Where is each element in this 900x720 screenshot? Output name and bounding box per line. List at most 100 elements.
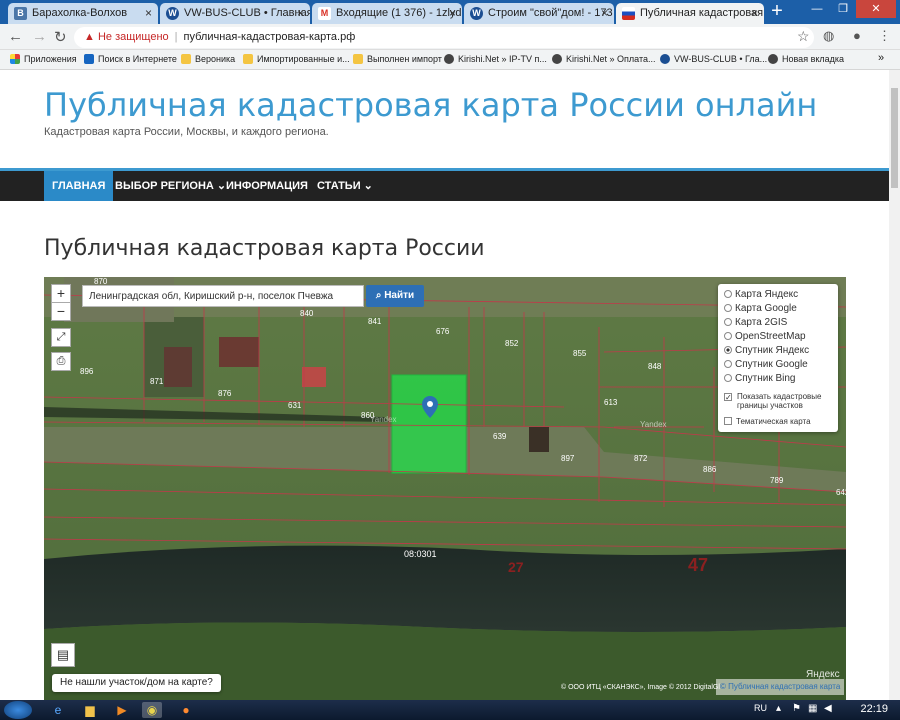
selected-plot[interactable] xyxy=(391,374,467,474)
house-roof xyxy=(302,367,326,387)
radio-icon xyxy=(724,360,732,368)
bookmark-label: VW-BUS-CLUB • Гла... xyxy=(674,54,768,64)
bookmark-label: Выполнен импорт xyxy=(367,54,442,64)
layer-option[interactable]: Спутник Google xyxy=(724,359,808,370)
reload-icon[interactable]: ↻ xyxy=(54,28,67,46)
cadastral-borders-checkbox[interactable]: ✓ Показать кадастровые границы участков xyxy=(724,392,832,410)
bookmarks-bar: Приложения Поиск в Интернете Вероника Им… xyxy=(0,50,900,70)
plot-number: 872 xyxy=(634,454,648,463)
radio-icon xyxy=(724,304,732,312)
plot-number: 613 xyxy=(604,398,618,407)
maximize-icon[interactable]: ❐ xyxy=(830,0,856,18)
gmail-icon: M xyxy=(318,7,331,20)
tray-expand-icon[interactable]: ▴ xyxy=(776,703,781,714)
browser-tab-active[interactable]: Публичная кадастровая карт × xyxy=(616,3,764,24)
flag-icon[interactable]: ⚑ xyxy=(792,703,801,714)
nav-item-region[interactable]: ВЫБОР РЕГИОНА ⌄ xyxy=(107,171,234,201)
media-player-icon[interactable]: ▶ xyxy=(112,702,132,718)
url-text: публичная-кадастровая-карта.рф xyxy=(183,31,356,43)
back-icon[interactable]: ← xyxy=(8,28,23,45)
layer-label: Спутник Google xyxy=(735,359,808,370)
layer-option[interactable]: Карта 2GIS xyxy=(724,317,787,328)
bookmark-label: Поиск в Интернете xyxy=(98,54,177,64)
house-roof xyxy=(164,347,192,387)
volume-icon[interactable]: ◀ xyxy=(824,703,832,714)
start-button[interactable] xyxy=(4,701,32,719)
layer-option[interactable]: OpenStreetMap xyxy=(724,331,806,342)
firefox-icon[interactable]: ● xyxy=(176,702,196,718)
river xyxy=(44,545,846,632)
explorer-icon[interactable]: ▆ xyxy=(80,702,100,718)
print-icon[interactable]: ⎙ xyxy=(51,352,71,371)
bookmark-star-icon[interactable]: ☆ xyxy=(797,28,810,45)
new-tab-button[interactable]: + xyxy=(766,1,788,21)
browser-tab[interactable]: W Строим "свой"дом! - 173 - Куз × xyxy=(464,3,614,24)
search-button[interactable]: ⌕ Найти xyxy=(366,285,424,307)
browser-tab[interactable]: M Входящие (1 376) - 1zlyden@ × xyxy=(312,3,462,24)
house-roof xyxy=(529,427,549,452)
menu-icon[interactable]: ⋮ xyxy=(878,28,891,44)
plot-number: 876 xyxy=(218,389,232,398)
bookmarks-more-button[interactable]: » xyxy=(878,52,884,64)
extension-icon[interactable]: ◍ xyxy=(823,28,834,44)
search-icon xyxy=(84,54,94,64)
profile-icon[interactable]: ● xyxy=(853,28,861,43)
nav-item-articles[interactable]: СТАТЬИ ⌄ xyxy=(309,171,381,201)
windows-taskbar: e ▆ ▶ ◉ ● RU ▴ ⚑ ▦ ◀ 22:19 xyxy=(0,700,900,720)
browser-tab[interactable]: B Барахолка-Волхов × xyxy=(8,3,158,24)
fullscreen-icon[interactable]: ⤢ xyxy=(51,328,71,347)
plot-number: 639 xyxy=(493,432,507,441)
close-icon[interactable]: × xyxy=(751,6,758,20)
bookmark-item[interactable]: Поиск в Интернете xyxy=(84,54,177,64)
minimize-icon[interactable]: — xyxy=(804,0,830,18)
sidebar-toggle-icon[interactable]: ▤ xyxy=(51,643,75,667)
nav-item-home[interactable]: ГЛАВНАЯ xyxy=(44,171,114,201)
layer-option[interactable]: Карта Яндекс xyxy=(724,289,798,300)
pkk-attribution-link[interactable]: © Публичная кадастровая карта xyxy=(716,679,844,695)
bookmark-item[interactable]: Kirishi.Net » IP-TV п... xyxy=(444,54,547,64)
cadastral-map[interactable]: 870 841 676 852 855 848 871 876 840 896 … xyxy=(44,277,846,700)
tab-label: Публичная кадастровая карт xyxy=(640,7,764,19)
plot-number: 897 xyxy=(561,454,575,463)
bookmark-label: Вероника xyxy=(195,54,236,64)
ru-flag-icon xyxy=(622,7,635,20)
browser-tab[interactable]: W VW-BUS-CLUB • Главная стра × xyxy=(160,3,310,24)
layer-option[interactable]: Спутник Bing xyxy=(724,373,796,384)
close-icon[interactable]: × xyxy=(297,6,304,20)
network-icon[interactable]: ▦ xyxy=(808,703,817,714)
bookmark-item[interactable]: VW-BUS-CLUB • Гла... xyxy=(660,54,767,64)
close-icon[interactable]: × xyxy=(601,6,608,20)
bookmark-item[interactable]: Вероника xyxy=(181,54,235,64)
clock[interactable]: 22:19 xyxy=(860,703,888,715)
zoom-out-button[interactable]: − xyxy=(51,302,71,321)
radio-selected-icon xyxy=(724,346,732,354)
scrollbar-thumb[interactable] xyxy=(891,88,898,188)
address-search-input[interactable]: Ленинградская обл, Киришский р-н, посело… xyxy=(82,285,364,307)
nav-item-info[interactable]: ИНФОРМАЦИЯ xyxy=(218,171,316,201)
not-found-link[interactable]: Не нашли участок/дом на карте? xyxy=(52,674,221,692)
layer-option-selected[interactable]: Спутник Яндекс xyxy=(724,345,809,356)
zoom-in-button[interactable]: + xyxy=(51,284,71,303)
thematic-map-checkbox[interactable]: Тематическая карта xyxy=(724,417,811,426)
address-bar[interactable]: ▲ Не защищено | публичная-кадастровая-карт… xyxy=(74,27,814,48)
bookmark-item[interactable]: Kirishi.Net » Оплата... xyxy=(552,54,655,64)
location-marker-icon[interactable] xyxy=(422,396,438,418)
forward-icon[interactable]: → xyxy=(32,28,47,45)
chrome-icon[interactable]: ◉ xyxy=(142,702,162,718)
checkbox-checked-icon: ✓ xyxy=(724,393,732,402)
site-title[interactable]: Публичная кадастровая карта России онлай… xyxy=(44,86,817,124)
close-icon[interactable]: × xyxy=(145,6,152,20)
page-scrollbar[interactable] xyxy=(889,70,900,700)
bookmark-item[interactable]: Импортированные и... xyxy=(243,54,350,64)
bookmark-item[interactable]: Выполнен импорт xyxy=(353,54,442,64)
bookmark-label: Kirishi.Net » IP-TV п... xyxy=(458,54,547,64)
bookmark-item[interactable]: Приложения xyxy=(10,54,77,64)
plot-number: 789 xyxy=(770,476,784,485)
bookmark-item[interactable]: Новая вкладка xyxy=(768,54,844,64)
ie-icon[interactable]: e xyxy=(48,702,68,718)
close-window-icon[interactable]: ✕ xyxy=(856,0,896,18)
close-icon[interactable]: × xyxy=(449,6,456,20)
layer-option[interactable]: Карта Google xyxy=(724,303,797,314)
layer-label: Карта Яндекс xyxy=(735,289,799,300)
language-indicator[interactable]: RU xyxy=(754,703,767,713)
